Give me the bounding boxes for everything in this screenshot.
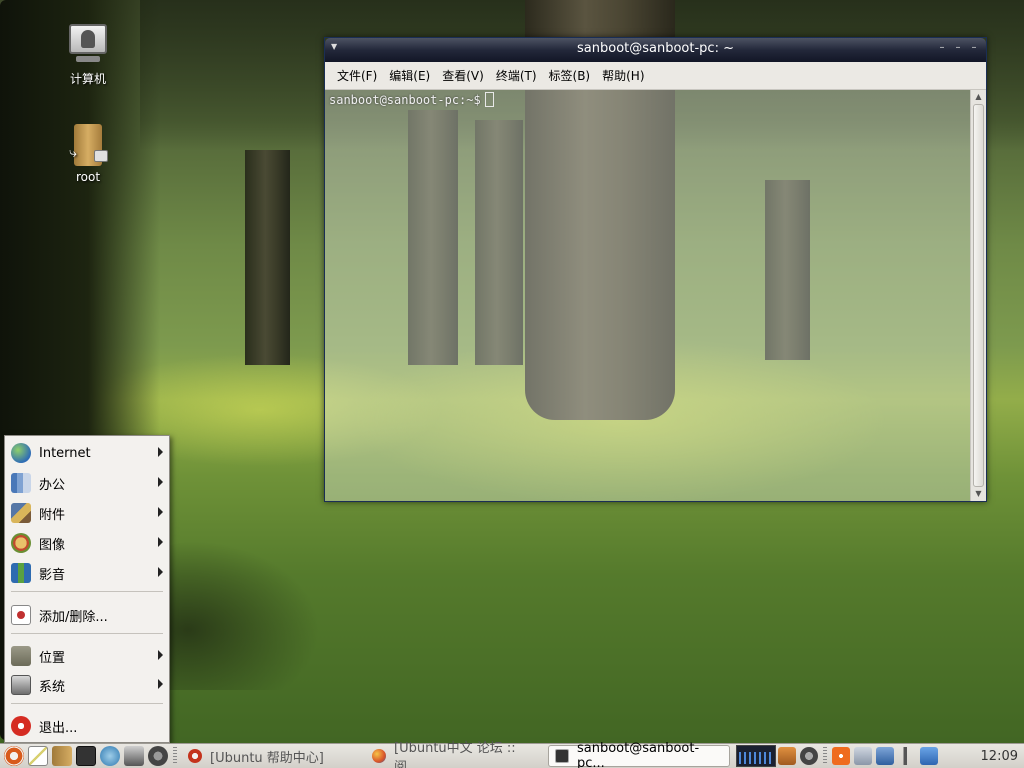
submenu-arrow-icon	[158, 507, 163, 517]
scroll-thumb[interactable]	[973, 104, 984, 487]
menu-help[interactable]: 帮助(H)	[596, 67, 650, 84]
menu-item-graphics[interactable]: 图像	[5, 529, 169, 557]
desktop-icon-root[interactable]: ⤷ root	[48, 122, 128, 184]
system-icon	[11, 675, 31, 695]
computer-icon	[66, 22, 110, 66]
places-icon	[11, 646, 31, 666]
scroll-up-icon[interactable]: ▲	[971, 90, 986, 104]
panel-drag-handle[interactable]	[823, 747, 827, 765]
desktop-icon-label: 计算机	[69, 72, 106, 86]
menu-item-office[interactable]: 办公	[5, 469, 169, 497]
menu-item-add-remove[interactable]: 添加/删除...	[5, 601, 169, 629]
menu-item-label: 附件	[39, 507, 66, 523]
menu-file[interactable]: 文件(F)	[331, 67, 383, 84]
taskbar-button-label: [Ubuntu 帮助中心]	[210, 750, 324, 766]
add-remove-icon	[11, 605, 31, 625]
title-bar[interactable]: ▼ sanboot@sanboot-pc: ~ – – –	[325, 38, 986, 62]
scroll-down-icon[interactable]: ▼	[971, 487, 986, 501]
system-monitor-graph[interactable]	[736, 745, 776, 767]
menu-tabs[interactable]: 标签(B)	[543, 67, 597, 84]
home-folder-launcher-icon[interactable]	[52, 746, 72, 766]
window-title: sanboot@sanboot-pc: ~	[577, 41, 734, 56]
menu-item-internet[interactable]: Internet	[5, 439, 169, 467]
taskbar-button-label: [Ubuntu中文 论坛 :: 阅...	[394, 741, 516, 768]
menu-item-system[interactable]: 系统	[5, 671, 169, 699]
submenu-arrow-icon	[158, 477, 163, 487]
menu-terminal[interactable]: 终端(T)	[490, 67, 543, 84]
terminal-icon	[555, 749, 569, 763]
text-editor-launcher-icon[interactable]	[28, 746, 48, 766]
terminal-launcher-icon[interactable]	[76, 746, 96, 766]
submenu-arrow-icon	[158, 567, 163, 577]
menu-view[interactable]: 查看(V)	[436, 67, 490, 84]
terminal-output[interactable]: sanboot@sanboot-pc:~$	[325, 90, 970, 501]
submenu-arrow-icon	[158, 537, 163, 547]
menu-separator	[11, 633, 163, 634]
background-trunk	[245, 150, 290, 365]
menu-item-label: 办公	[39, 477, 66, 493]
desktop-icon-label: root	[75, 170, 101, 184]
panel-drag-handle[interactable]	[173, 747, 177, 765]
bottom-panel: [Ubuntu 帮助中心] [Ubuntu中文 论坛 :: 阅... sanbo…	[0, 741, 1024, 768]
menu-separator	[11, 703, 163, 704]
clock[interactable]: 12:09	[981, 749, 1018, 764]
help-icon	[188, 749, 202, 763]
menu-item-label: 影音	[39, 567, 66, 583]
keyboard-icon[interactable]	[854, 747, 872, 765]
logout-icon	[11, 716, 31, 736]
office-icon	[11, 473, 31, 493]
close-icon[interactable]: –	[970, 43, 978, 53]
maximize-icon[interactable]: –	[954, 43, 962, 53]
ubuntu-menu-icon[interactable]	[4, 746, 24, 766]
shell-prompt: sanboot@sanboot-pc:~$	[329, 92, 494, 107]
volume-icon[interactable]	[898, 747, 916, 765]
network-icon[interactable]	[876, 747, 894, 765]
applications-menu: Internet 办公 附件 图像 影音 添加/删除... 位置 系统 退出..…	[4, 435, 170, 743]
gear-icon[interactable]	[800, 747, 818, 765]
firefox-icon	[372, 749, 386, 763]
taskbar-button-label: sanboot@sanboot-pc...	[577, 741, 700, 768]
menu-item-label: 退出...	[39, 720, 78, 736]
menu-item-accessories[interactable]: 附件	[5, 499, 169, 527]
menu-item-label: Internet	[39, 445, 91, 461]
submenu-arrow-icon	[158, 447, 163, 457]
terminal-window[interactable]: ▼ sanboot@sanboot-pc: ~ – – – 文件(F) 编辑(E…	[324, 37, 987, 502]
submenu-arrow-icon	[158, 650, 163, 660]
minimize-icon[interactable]: –	[938, 43, 946, 53]
taskbar-button-firefox[interactable]: [Ubuntu中文 论坛 :: 阅...	[366, 741, 544, 768]
menu-edit[interactable]: 编辑(E)	[383, 67, 436, 84]
graphics-icon	[11, 533, 31, 553]
menu-item-label: 图像	[39, 537, 66, 553]
taskbar-button-terminal[interactable]: sanboot@sanboot-pc...	[548, 741, 730, 768]
home-folder-icon: ⤷	[66, 122, 110, 166]
taskbar-button-help[interactable]: [Ubuntu 帮助中心]	[182, 745, 362, 767]
vertical-scrollbar[interactable]: ▲ ▼	[970, 90, 986, 501]
browser-launcher-icon[interactable]	[100, 746, 120, 766]
show-desktop-icon[interactable]	[124, 746, 144, 766]
prompt-text: sanboot@sanboot-pc:~$	[329, 93, 481, 107]
menu-item-places[interactable]: 位置	[5, 642, 169, 670]
update-notifier-icon[interactable]	[832, 747, 850, 765]
settings-launcher-icon[interactable]	[148, 746, 168, 766]
menu-item-label: 添加/删除...	[39, 609, 108, 625]
submenu-arrow-icon	[158, 679, 163, 689]
desktop-icon-computer[interactable]: 计算机	[48, 22, 128, 87]
notes-icon[interactable]	[778, 747, 796, 765]
menu-item-multimedia[interactable]: 影音	[5, 559, 169, 587]
menu-item-logout[interactable]: 退出...	[5, 712, 169, 740]
trash-icon[interactable]	[920, 747, 938, 765]
text-cursor	[484, 92, 494, 107]
menu-item-label: 位置	[39, 650, 66, 666]
menu-bar: 文件(F) 编辑(E) 查看(V) 终端(T) 标签(B) 帮助(H)	[325, 62, 986, 90]
internet-icon	[11, 443, 31, 463]
menu-item-label: 系统	[39, 679, 66, 695]
multimedia-icon	[11, 563, 31, 583]
menu-separator	[11, 591, 163, 592]
accessories-icon	[11, 503, 31, 523]
